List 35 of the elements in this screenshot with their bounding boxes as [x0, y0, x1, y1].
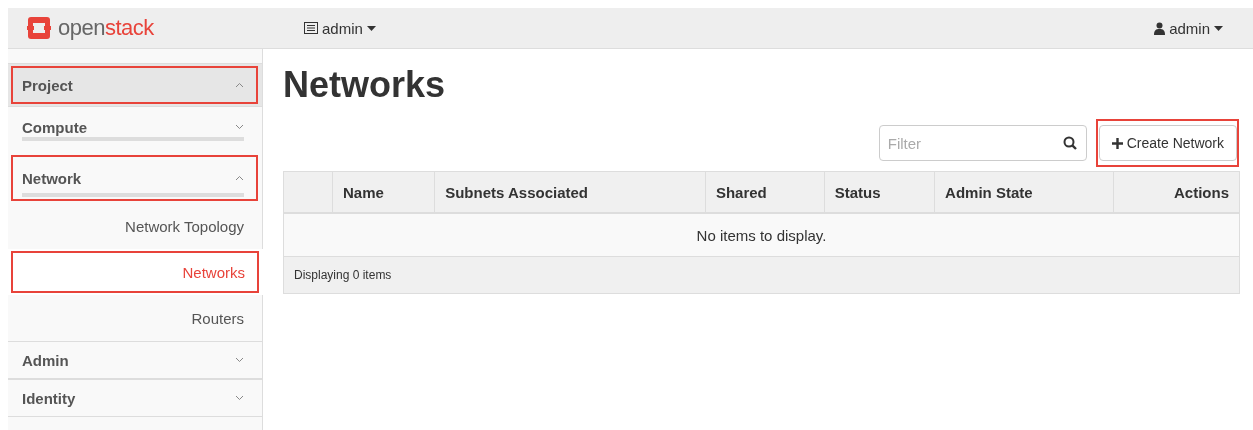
select-column-header	[283, 171, 333, 213]
nav-group[interactable]: Network	[8, 153, 262, 203]
column-header: Status	[824, 171, 935, 213]
search-icon	[1062, 136, 1077, 150]
empty-message: No items to display.	[283, 213, 1240, 257]
nav-link[interactable]: Networks	[8, 249, 263, 295]
nav-panel[interactable]: Identity	[8, 379, 262, 417]
column-header: Actions	[1113, 171, 1240, 213]
brand-name: openstack	[58, 15, 154, 41]
nav-link[interactable]: Network Topology	[8, 203, 262, 249]
table-footer: Displaying 0 items	[283, 256, 1240, 294]
caret-icon	[1214, 25, 1223, 31]
chevron-down-icon	[235, 124, 244, 130]
chevron-down-icon	[235, 357, 244, 363]
plus-icon	[1111, 137, 1123, 149]
nav-panel[interactable]: Admin	[8, 341, 262, 379]
column-header: Subnets Associated	[434, 171, 706, 213]
user-menu[interactable]: admin	[1154, 19, 1223, 37]
chevron-down-icon	[235, 395, 244, 401]
list-icon	[304, 22, 318, 34]
project-menu[interactable]: admin	[304, 19, 376, 37]
column-header: Shared	[705, 171, 825, 213]
create-network-button[interactable]: Create Network	[1098, 125, 1237, 161]
logo-icon	[26, 15, 52, 41]
column-header: Admin State	[934, 171, 1114, 213]
caret-icon	[366, 25, 376, 31]
column-header: Name	[332, 171, 435, 213]
page-title: Networks	[283, 63, 446, 107]
user-icon	[1154, 21, 1166, 35]
chevron-up-icon	[235, 175, 244, 181]
nav-group[interactable]: Compute	[8, 107, 262, 147]
chevron-up-icon	[235, 82, 244, 88]
nav-panel[interactable]: Project	[8, 63, 262, 107]
nav-link[interactable]: Routers	[8, 295, 262, 341]
filter-field[interactable]: Filter	[878, 125, 1087, 161]
